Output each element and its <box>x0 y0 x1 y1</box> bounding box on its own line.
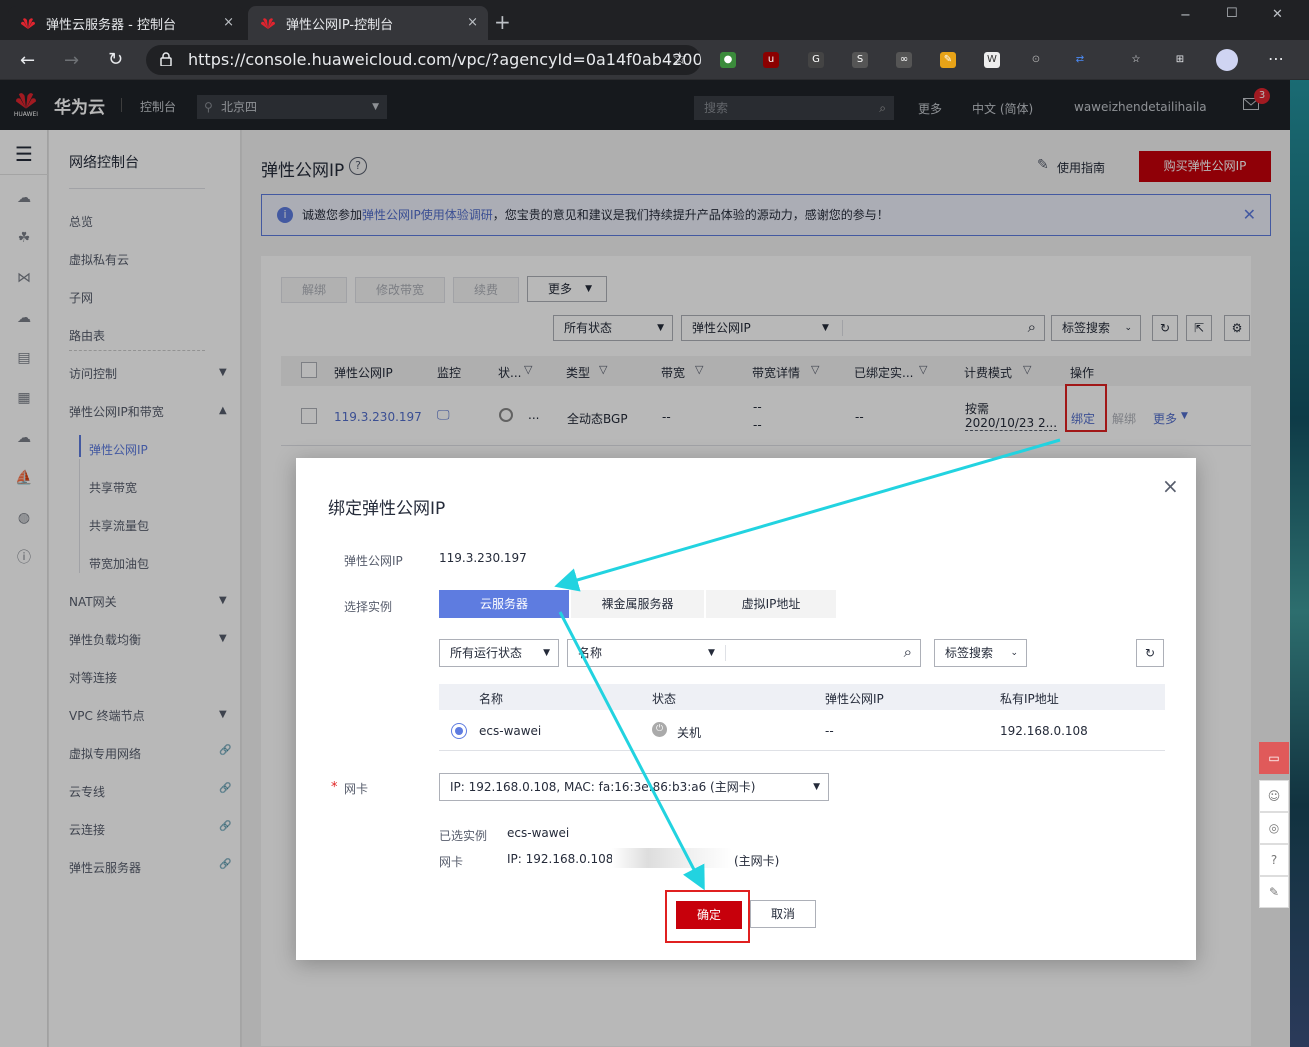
caret-down-icon: ▼ <box>708 648 715 658</box>
url-text: https://console.huaweicloud.com/vpc/?age… <box>188 50 701 69</box>
maximize-button[interactable]: ☐ <box>1226 6 1238 21</box>
instance-eip: -- <box>825 724 834 738</box>
browser-address-bar: ← → ↻ https://console.huaweicloud.com/vp… <box>0 40 1309 80</box>
dialog-close-icon[interactable]: × <box>1162 474 1179 498</box>
minimize-button[interactable]: − <box>1180 8 1191 23</box>
nic-select[interactable]: IP: 192.168.0.108, MAC: fa:16:3e:86:b3:a… <box>439 773 829 801</box>
help-button[interactable]: ? <box>1259 844 1289 876</box>
extension-icon[interactable]: G <box>808 52 824 68</box>
selected-instance-label: 已选实例 <box>439 829 488 843</box>
dialog-title: 绑定弹性公网IP <box>328 499 446 519</box>
extension-icon[interactable]: S <box>852 52 868 68</box>
field-divider <box>725 645 726 661</box>
dialog-refresh-button[interactable]: ↻ <box>1136 639 1164 667</box>
desktop-background-strip <box>1290 80 1309 1047</box>
extension-icon[interactable]: ✎ <box>940 52 956 68</box>
tab-eip-console[interactable]: 弹性公网IP-控制台 × <box>248 6 488 40</box>
eip-label: 弹性公网IP <box>344 554 403 568</box>
instance-search-select[interactable]: 名称 ▼ ⌕ <box>567 639 921 667</box>
tab-close-icon[interactable]: × <box>467 15 478 30</box>
favorites-icon[interactable]: ☆ <box>1128 52 1144 68</box>
bookmark-star-icon[interactable]: ☆ <box>672 49 687 69</box>
extension-icon[interactable]: ⇄ <box>1072 52 1088 68</box>
dialog-tag-search-button[interactable]: 标签搜索 ⌄ <box>934 639 1027 667</box>
smile-feedback-button[interactable]: ☺ <box>1259 780 1289 812</box>
ublock-extension-icon[interactable]: u <box>763 52 779 68</box>
run-status-select[interactable]: 所有运行状态 ▼ <box>439 639 559 667</box>
settings-menu-icon[interactable]: ⋯ <box>1268 49 1284 68</box>
selected-instance-value: ecs-wawei <box>507 826 570 840</box>
search-icon[interactable]: ⌕ <box>904 639 912 665</box>
extension-icon[interactable]: W <box>984 52 1000 68</box>
close-window-button[interactable]: ✕ <box>1272 7 1283 22</box>
tab-close-icon[interactable]: × <box>223 15 234 30</box>
extension-icon[interactable]: ⊙ <box>1028 52 1044 68</box>
tag-search-label: 标签搜索 <box>945 646 994 660</box>
table-row[interactable]: ecs-wawei ⏻ 关机 -- 192.168.0.108 <box>439 710 1165 751</box>
col-eip: 弹性公网IP <box>825 692 884 706</box>
nic-value: IP: 192.168.0.108, MAC: fa:16:3e:86:b3:a… <box>450 780 756 794</box>
select-instance-label: 选择实例 <box>344 600 393 614</box>
selected-nic-suffix: (主网卡) <box>734 854 780 868</box>
col-name: 名称 <box>479 692 504 706</box>
col-status: 状态 <box>652 692 677 706</box>
collections-icon[interactable]: ⊞ <box>1172 52 1188 68</box>
power-icon: ⏻ <box>652 722 667 737</box>
name-filter-value: 名称 <box>578 646 603 660</box>
new-tab-button[interactable]: + <box>494 10 511 34</box>
reload-icon[interactable]: ↻ <box>108 49 123 70</box>
chevron-down-icon: ⌄ <box>1010 648 1018 658</box>
selected-nic-label: 网卡 <box>439 855 464 869</box>
nic-label: 网卡 <box>344 782 369 796</box>
extension-icon[interactable]: ● <box>720 52 736 68</box>
chat-feedback-button[interactable]: ▭ <box>1259 742 1289 774</box>
caret-down-icon: ▼ <box>813 782 820 792</box>
notes-button[interactable]: ✎ <box>1259 876 1289 908</box>
profile-avatar[interactable] <box>1216 49 1238 71</box>
cancel-button[interactable]: 取消 <box>750 900 816 928</box>
eip-value: 119.3.230.197 <box>439 551 527 565</box>
tab-ecs-console[interactable]: 弹性云服务器 - 控制台 × <box>8 6 244 40</box>
selected-nic-prefix: IP: 192.168.0.108, <box>507 852 618 866</box>
browser-tab-bar: 弹性云服务器 - 控制台 × 弹性公网IP-控制台 × + − ☐ ✕ <box>0 0 1309 40</box>
extension-icon[interactable]: ∞ <box>896 52 912 68</box>
service-button[interactable]: ◎ <box>1259 812 1289 844</box>
refresh-icon: ↻ <box>1144 646 1156 660</box>
col-private-ip: 私有IP地址 <box>1000 692 1059 706</box>
tab-vip[interactable]: 虚拟IP地址 <box>706 590 836 618</box>
instance-grid-header: 名称 状态 弹性公网IP 私有IP地址 <box>439 684 1165 710</box>
tab-title: 弹性公网IP-控制台 <box>286 17 394 33</box>
caret-down-icon: ▼ <box>543 648 550 658</box>
instance-status: 关机 <box>677 726 702 740</box>
run-status-value: 所有运行状态 <box>450 646 523 660</box>
forward-icon[interactable]: → <box>64 50 79 71</box>
huawei-favicon-icon <box>20 16 36 30</box>
tab-title: 弹性云服务器 - 控制台 <box>46 17 176 33</box>
url-input[interactable]: https://console.huaweicloud.com/vpc/?age… <box>146 45 701 75</box>
bind-eip-dialog: 绑定弹性公网IP × 弹性公网IP 119.3.230.197 选择实例 云服务… <box>296 458 1196 960</box>
required-asterisk: * <box>331 780 338 795</box>
tab-bms[interactable]: 裸金属服务器 <box>571 590 704 618</box>
back-icon[interactable]: ← <box>20 50 35 71</box>
lock-icon <box>160 52 172 66</box>
huawei-favicon-icon <box>260 16 276 30</box>
annotation-highlight-box <box>665 890 750 943</box>
instance-name: ecs-wawei <box>479 724 542 738</box>
instance-private-ip: 192.168.0.108 <box>1000 724 1088 738</box>
instance-radio[interactable] <box>451 723 467 739</box>
redacted-mac-blur <box>612 848 732 868</box>
tab-ecs[interactable]: 云服务器 <box>439 590 569 618</box>
